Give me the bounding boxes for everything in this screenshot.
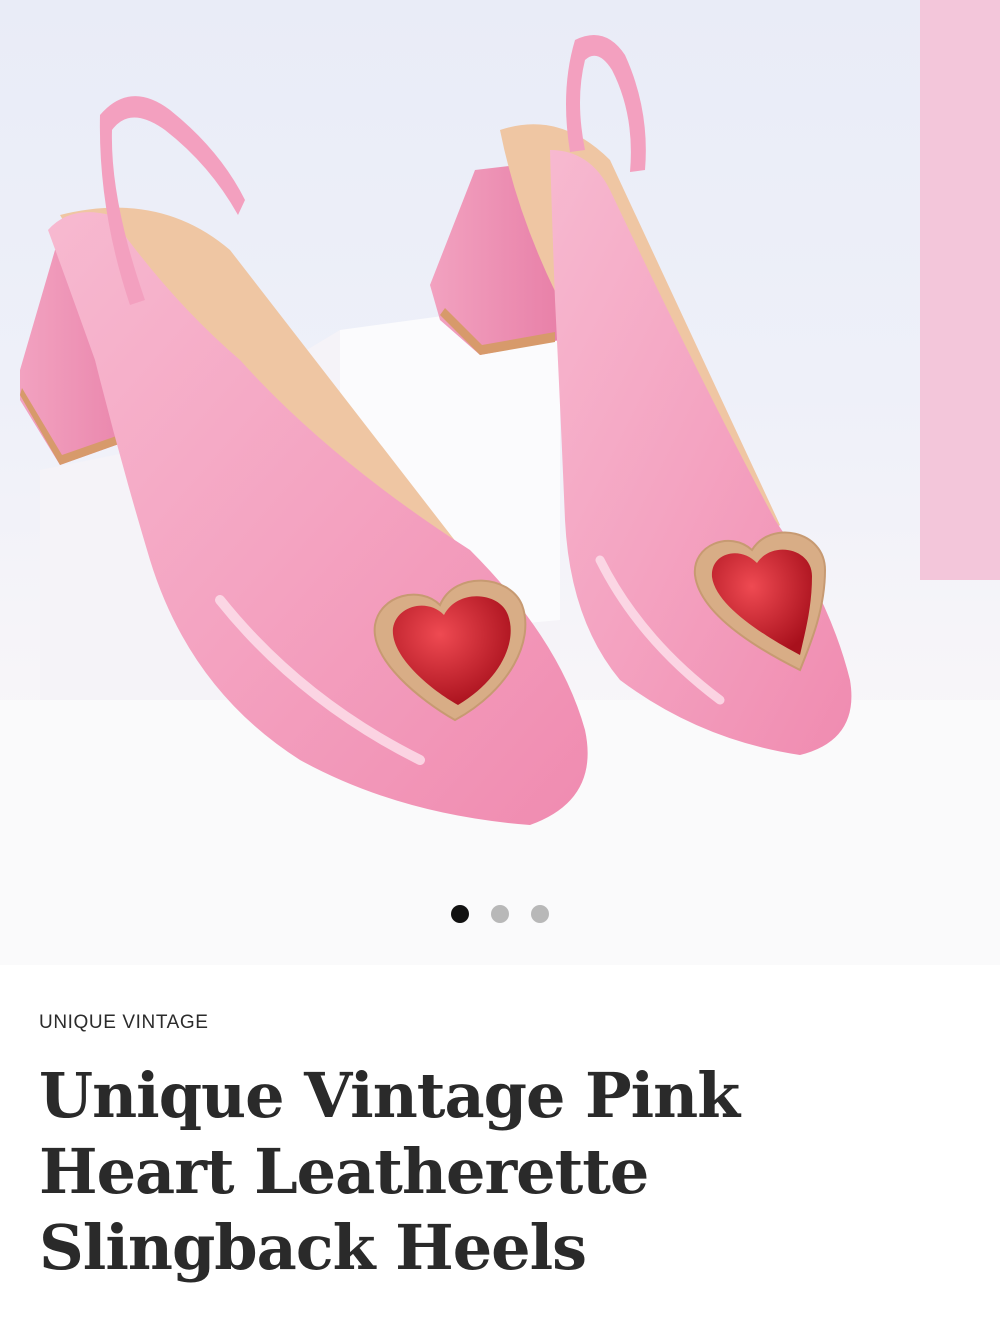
pink-backdrop-panel [920, 0, 1000, 580]
gallery-dot-3[interactable] [531, 905, 549, 923]
gallery-dot-1[interactable] [451, 905, 469, 923]
product-image [0, 0, 1000, 965]
product-title: Unique Vintage Pink Heart Leatherette Sl… [39, 1059, 740, 1284]
product-image-gallery[interactable] [0, 0, 1000, 965]
gallery-pagination [0, 904, 1000, 924]
gallery-dot-2[interactable] [491, 905, 509, 923]
product-brand[interactable]: UNIQUE VINTAGE [39, 1012, 209, 1034]
